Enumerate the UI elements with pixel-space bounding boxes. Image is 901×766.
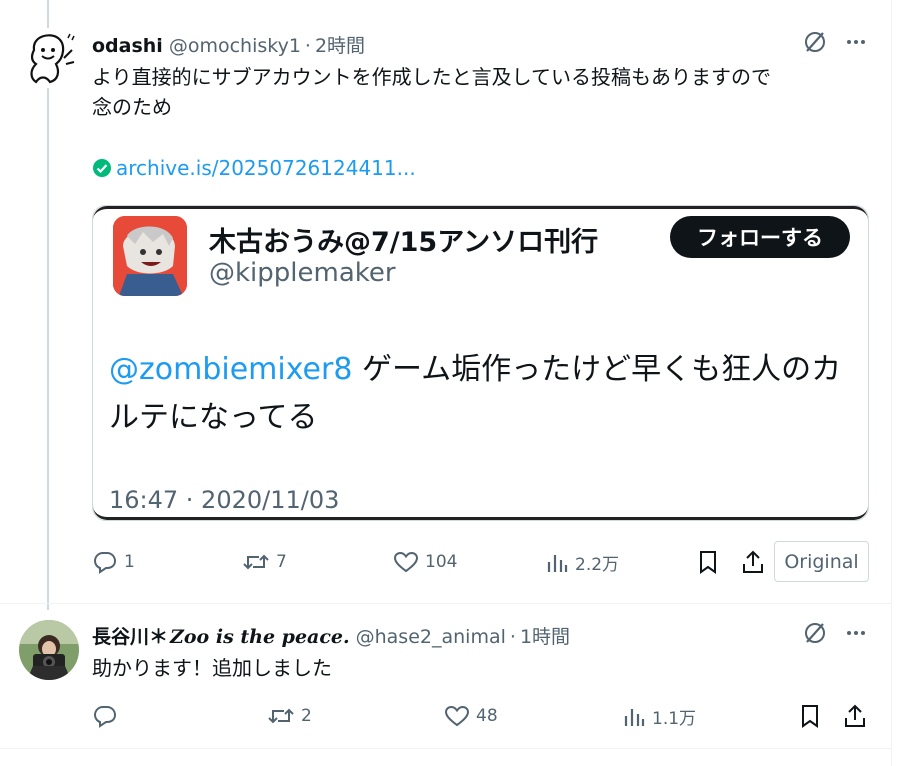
post-time[interactable]: 2時間 bbox=[315, 31, 365, 58]
thread-line bbox=[47, 0, 49, 610]
post-time[interactable]: 1時間 bbox=[520, 622, 570, 649]
heart-icon bbox=[444, 705, 470, 727]
repost-icon bbox=[268, 708, 294, 724]
original-button[interactable]: Original bbox=[774, 541, 869, 582]
post-top-actions bbox=[803, 621, 867, 645]
post-divider bbox=[0, 748, 891, 749]
avatar-hase2[interactable] bbox=[19, 620, 79, 680]
reply-button[interactable]: 1 bbox=[92, 550, 135, 574]
post-text-line: 念のため bbox=[92, 95, 172, 119]
post-divider bbox=[0, 603, 891, 604]
embed-avatar bbox=[113, 216, 187, 296]
like-button[interactable]: 104 bbox=[393, 550, 457, 574]
embed-display-name: 木古おうみ@7/15アンソロ刊行 bbox=[209, 227, 599, 258]
bookmark-button[interactable] bbox=[696, 549, 720, 575]
display-name-en[interactable]: Zoo is the peace. bbox=[170, 626, 350, 648]
more-icon[interactable] bbox=[845, 31, 867, 53]
bookmark-button[interactable] bbox=[798, 703, 822, 729]
repost-button[interactable]: 7 bbox=[242, 550, 287, 574]
grok-icon[interactable] bbox=[803, 621, 827, 645]
share-button[interactable] bbox=[843, 703, 867, 729]
repost-count: 7 bbox=[276, 552, 287, 572]
post-text: 助かります！追加しました bbox=[92, 653, 332, 683]
views-button[interactable]: 1.1万 bbox=[622, 704, 696, 729]
views-icon bbox=[547, 554, 568, 572]
post-top-actions bbox=[803, 30, 867, 54]
share-icon bbox=[743, 550, 763, 573]
bookmark-icon bbox=[700, 551, 716, 574]
views-count: 1.1万 bbox=[652, 709, 697, 729]
embedded-screenshot[interactable]: 木古おうみ@7/15アンソロ刊行 @kipplemaker フォローする @zo… bbox=[92, 205, 869, 521]
embed-timestamp: 16:47 · 2020/11/03 bbox=[109, 486, 340, 514]
share-icon bbox=[845, 704, 865, 727]
post-text-line: より直接的にサブアカウントを作成したと言及している投稿もありますので bbox=[92, 65, 771, 89]
heart-icon bbox=[393, 551, 419, 573]
post-header: 長谷川＊ Zoo is the peace. @hase2_animal · 1… bbox=[92, 622, 570, 649]
more-icon[interactable] bbox=[845, 622, 867, 644]
column-border bbox=[891, 0, 892, 766]
bookmark-icon bbox=[802, 705, 818, 728]
share-button[interactable] bbox=[741, 549, 765, 575]
archive-link[interactable]: archive.is/20250726124411... bbox=[92, 156, 416, 180]
reply-button[interactable] bbox=[92, 704, 124, 728]
embed-text: @zombiemixer8 ゲーム垢作ったけど早くも狂人のカルテになってる bbox=[109, 346, 854, 442]
embed-handle: @kipplemaker bbox=[209, 258, 396, 288]
post-header: odashi @omochisky1 · 2時間 bbox=[92, 31, 365, 58]
views-count: 2.2万 bbox=[575, 555, 620, 575]
embed-mention: @zombiemixer8 bbox=[109, 352, 353, 387]
archive-link-text[interactable]: archive.is/20250726124411... bbox=[116, 156, 416, 180]
post-text-line: 助かります！追加しました bbox=[92, 656, 332, 680]
repost-icon bbox=[243, 554, 269, 570]
post-text: より直接的にサブアカウントを作成したと言及している投稿もありますので 念のため bbox=[92, 62, 771, 122]
separator: · bbox=[509, 626, 516, 648]
views-icon bbox=[624, 708, 645, 726]
repost-count: 2 bbox=[301, 706, 312, 726]
reply-count: 1 bbox=[124, 552, 135, 572]
avatar-odashi[interactable] bbox=[20, 28, 76, 88]
views-button[interactable]: 2.2万 bbox=[545, 550, 619, 575]
embed-follow-button: フォローする bbox=[670, 216, 850, 258]
like-count: 48 bbox=[476, 706, 498, 726]
reply-icon bbox=[93, 706, 117, 728]
display-name-jp[interactable]: 長谷川＊ bbox=[92, 622, 168, 649]
like-count: 104 bbox=[425, 552, 458, 572]
grok-icon[interactable] bbox=[803, 30, 827, 54]
reply-icon bbox=[93, 552, 117, 574]
separator: · bbox=[304, 35, 311, 57]
user-handle[interactable]: @omochisky1 bbox=[169, 35, 301, 57]
display-name[interactable]: odashi bbox=[92, 35, 163, 57]
verified-check-icon bbox=[92, 158, 112, 178]
like-button[interactable]: 48 bbox=[444, 704, 498, 728]
user-handle[interactable]: @hase2_animal bbox=[356, 626, 506, 648]
repost-button[interactable]: 2 bbox=[267, 704, 312, 728]
